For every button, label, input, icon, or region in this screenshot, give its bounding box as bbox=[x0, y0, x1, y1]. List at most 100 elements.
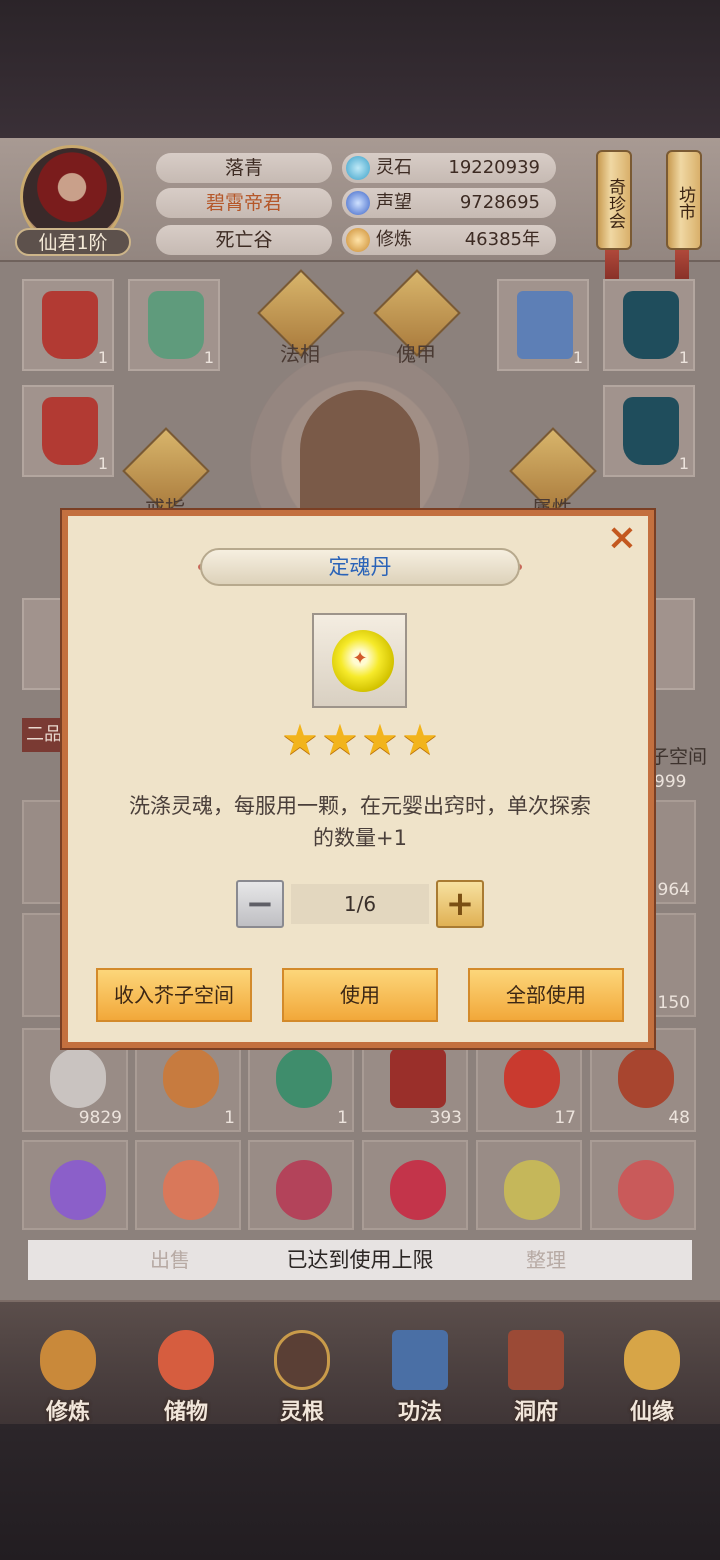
technique-book-icon bbox=[392, 1330, 448, 1390]
item-count: 999 bbox=[654, 772, 687, 792]
description-line: 的数量+1 bbox=[313, 826, 407, 850]
robe-icon bbox=[623, 291, 679, 359]
nav-label: 储物 bbox=[163, 1400, 208, 1425]
equip-slot[interactable]: 1 bbox=[128, 279, 220, 371]
equip-slot[interactable]: 1 bbox=[603, 279, 695, 371]
item-count: 1 bbox=[97, 348, 108, 367]
crystal-icon bbox=[504, 1048, 560, 1108]
nav-spirit-root[interactable]: 灵根 bbox=[252, 1322, 352, 1425]
store-to-space-button[interactable]: 收入芥子空间 bbox=[96, 968, 252, 1022]
storage-bag-icon bbox=[158, 1330, 214, 1390]
inventory-slot[interactable] bbox=[476, 1140, 582, 1230]
bottom-letterbox bbox=[0, 1420, 720, 1560]
nav-label: 修炼 bbox=[45, 1400, 90, 1425]
pill-sparkle-icon: ✦ bbox=[352, 648, 368, 669]
robe-icon bbox=[42, 397, 98, 465]
item-count: 1 bbox=[678, 454, 689, 473]
immortal-fate-icon bbox=[624, 1330, 680, 1390]
prestige-icon bbox=[346, 191, 370, 215]
robe-icon bbox=[623, 397, 679, 465]
resource-spirit-stone: 灵石 19220939 bbox=[342, 153, 556, 183]
item-count: 9829 bbox=[78, 1108, 122, 1128]
inventory-slot[interactable] bbox=[590, 1140, 696, 1230]
nav-cave[interactable]: 洞府 bbox=[486, 1322, 586, 1425]
resource-label: 声望 bbox=[376, 192, 412, 213]
star-icon: ★ bbox=[321, 715, 359, 764]
toast-message: 已达到使用上限 bbox=[286, 1248, 434, 1272]
storage-space-label[interactable]: 子空间 bbox=[650, 742, 707, 769]
equip-slot[interactable]: 1 bbox=[22, 385, 114, 477]
nav-immortal-fate[interactable]: 仙缘 bbox=[602, 1322, 702, 1425]
player-rank: 仙君1阶 bbox=[15, 228, 131, 256]
peach-icon bbox=[163, 1160, 219, 1220]
lotus-fruit-icon bbox=[504, 1160, 560, 1220]
amethyst-icon bbox=[50, 1160, 106, 1220]
quantity-display: 1/6 bbox=[291, 884, 429, 924]
close-button[interactable]: × bbox=[604, 520, 640, 556]
nav-technique[interactable]: 功法 bbox=[370, 1322, 470, 1425]
herb-icon bbox=[276, 1048, 332, 1108]
market-button[interactable]: 坊市 bbox=[666, 150, 702, 250]
cave-dwelling-icon bbox=[508, 1330, 564, 1390]
player-name: 落青 bbox=[156, 153, 332, 183]
nav-label: 仙缘 bbox=[629, 1400, 674, 1425]
item-count: 1 bbox=[97, 454, 108, 473]
raspberry-icon bbox=[390, 1160, 446, 1220]
item-count: 393 bbox=[429, 1108, 462, 1128]
decrease-quantity-button[interactable]: − bbox=[236, 880, 284, 928]
inventory-slot[interactable] bbox=[22, 1140, 128, 1230]
teapot-icon bbox=[618, 1048, 674, 1108]
equip-slot[interactable]: 1 bbox=[22, 279, 114, 371]
action-bar: 出售 整理 已达到使用上限 bbox=[28, 1240, 692, 1280]
resource-prestige: 声望 9728695 bbox=[342, 188, 556, 218]
nav-cultivation[interactable]: 修炼 bbox=[18, 1322, 118, 1425]
bracelet-icon bbox=[163, 1048, 219, 1108]
inventory-slot[interactable] bbox=[248, 1140, 354, 1230]
nav-label: 洞府 bbox=[513, 1400, 558, 1425]
spirit-root-icon bbox=[274, 1330, 330, 1390]
treasure-fair-button[interactable]: 奇珍会 bbox=[596, 150, 632, 250]
berry-icon bbox=[276, 1160, 332, 1220]
nav-storage[interactable]: 储物 bbox=[136, 1322, 236, 1425]
puppet-armor-label: 傀甲 bbox=[396, 342, 436, 366]
use-all-button[interactable]: 全部使用 bbox=[468, 968, 624, 1022]
character-silhouette bbox=[300, 390, 420, 530]
player-location: 死亡谷 bbox=[156, 225, 332, 255]
equip-slot[interactable]: 1 bbox=[497, 279, 589, 371]
star-icon: ★ bbox=[281, 715, 319, 764]
status-bar-area bbox=[0, 0, 720, 140]
silver-ore-icon bbox=[50, 1048, 106, 1108]
use-button[interactable]: 使用 bbox=[282, 968, 438, 1022]
item-count: 17 bbox=[554, 1108, 576, 1128]
cultivation-icon bbox=[346, 228, 370, 252]
star-icon: ★ bbox=[361, 715, 399, 764]
spirit-stone-icon bbox=[346, 156, 370, 180]
item-count: 964 bbox=[657, 880, 690, 900]
inventory-slot[interactable] bbox=[362, 1140, 468, 1230]
resource-value: 19220939 bbox=[448, 157, 540, 178]
robe-icon bbox=[42, 291, 98, 359]
meat-icon bbox=[390, 1048, 446, 1108]
robe-icon bbox=[148, 291, 204, 359]
item-count: 1 bbox=[572, 348, 583, 367]
resource-value: 9728695 bbox=[459, 192, 540, 213]
resource-cultivation: 修炼 46385年 bbox=[342, 225, 556, 255]
item-count: 1 bbox=[337, 1108, 348, 1128]
item-description: 洗涤灵魂，每服用一颗，在元婴出窍时，单次探索 的数量+1 bbox=[90, 790, 630, 854]
increase-quantity-button[interactable]: + bbox=[436, 880, 484, 928]
inventory-slot[interactable] bbox=[135, 1140, 241, 1230]
nav-label: 灵根 bbox=[279, 1400, 324, 1425]
item-count: 1 bbox=[224, 1108, 235, 1128]
sword-icon bbox=[517, 291, 573, 359]
pomegranate-icon bbox=[618, 1160, 674, 1220]
resource-label: 灵石 bbox=[376, 157, 412, 178]
nav-label: 功法 bbox=[397, 1400, 442, 1425]
equip-slot[interactable]: 1 bbox=[603, 385, 695, 477]
resource-label: 修炼 bbox=[376, 229, 412, 250]
cultivation-nav-icon bbox=[40, 1330, 96, 1390]
item-count: 1 bbox=[203, 348, 214, 367]
item-title: 定魂丹 bbox=[200, 548, 520, 586]
item-count: 1 bbox=[678, 348, 689, 367]
dharma-form-label: 法相 bbox=[280, 342, 320, 366]
resource-value: 46385年 bbox=[464, 229, 540, 250]
